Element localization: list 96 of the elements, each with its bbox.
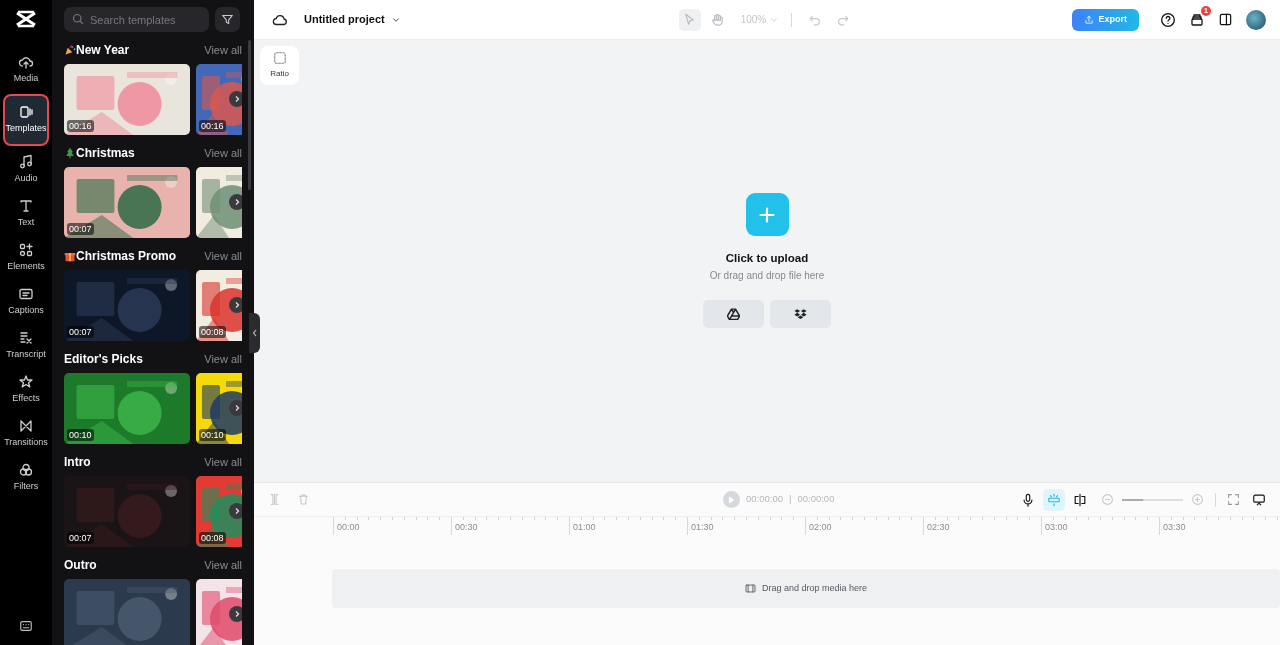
sidebar-item[interactable]: Captions bbox=[4, 280, 48, 324]
split-icon bbox=[268, 493, 281, 506]
duration-label: 00:10 bbox=[67, 429, 94, 441]
section-title: New Year bbox=[76, 42, 130, 59]
view-all-link[interactable]: View all bbox=[204, 350, 242, 368]
collapse-handle[interactable] bbox=[249, 313, 260, 353]
sidebar-item[interactable]: Audio bbox=[4, 148, 48, 192]
view-all-link[interactable]: View all bbox=[204, 144, 242, 162]
notification-icon bbox=[1189, 11, 1205, 28]
section-title: Intro bbox=[64, 454, 91, 471]
search-icon bbox=[72, 13, 84, 25]
ratio-button[interactable]: Ratio bbox=[260, 46, 299, 85]
cloud-upload-icon bbox=[18, 54, 34, 71]
upload-hint: Or drag and drop file here bbox=[709, 269, 825, 284]
keyboard-icon bbox=[19, 619, 33, 633]
logo-icon[interactable] bbox=[15, 10, 37, 28]
gift-icon bbox=[64, 250, 76, 262]
duration-label: 00:07 bbox=[67, 223, 94, 235]
section-title: Christmas bbox=[76, 145, 135, 162]
ruler-tick-label: 02:30 bbox=[923, 517, 1041, 535]
ratio-icon bbox=[272, 51, 287, 65]
section-title: Christmas Promo bbox=[76, 248, 177, 265]
total-time: 00:00:00 bbox=[797, 492, 835, 507]
drive-icon bbox=[727, 308, 740, 321]
tree-icon bbox=[64, 147, 76, 159]
current-time: 00:00:00 bbox=[746, 492, 783, 507]
project-title-dropdown[interactable]: Untitled project bbox=[304, 11, 401, 28]
sidebar-item[interactable]: Templates bbox=[3, 94, 49, 146]
duration-label: 00:07 bbox=[67, 326, 94, 338]
text-icon bbox=[18, 198, 34, 215]
plus-icon bbox=[759, 206, 775, 223]
duration-label: 00:16 bbox=[67, 120, 94, 132]
chevron-right-icon bbox=[233, 301, 241, 309]
view-all-link[interactable]: View all bbox=[204, 41, 242, 59]
hand-icon bbox=[710, 12, 726, 27]
play-icon bbox=[728, 495, 735, 504]
ruler-tick-label: 00:00 bbox=[333, 517, 451, 535]
sidebar-item[interactable]: Transitions bbox=[4, 412, 48, 456]
feedback-icon bbox=[1252, 492, 1266, 507]
filter-icon bbox=[221, 13, 234, 26]
panel-layout-icon bbox=[1218, 12, 1233, 27]
fullscreen-icon bbox=[1227, 493, 1240, 506]
sidebar-item[interactable]: Elements bbox=[4, 236, 48, 280]
duration-label: 00:07 bbox=[67, 532, 94, 544]
box-stack-icon bbox=[794, 308, 807, 321]
chevron-left-icon bbox=[251, 329, 258, 337]
view-all-link[interactable]: View all bbox=[204, 556, 242, 574]
section-title: Editor's Picks bbox=[64, 351, 143, 368]
sidebar-item[interactable]: Media bbox=[4, 48, 48, 92]
duration-label: 00:08 bbox=[199, 326, 226, 338]
split-line-icon bbox=[1073, 492, 1087, 507]
media-drop-zone[interactable]: Drag and drop media here bbox=[332, 569, 1280, 608]
avatar[interactable] bbox=[1246, 9, 1266, 30]
zoom-in-icon bbox=[1191, 493, 1204, 506]
sidebar-item[interactable]: Transcript bbox=[4, 324, 48, 368]
microphone-icon bbox=[1021, 492, 1035, 507]
ruler-tick-label: 01:30 bbox=[687, 517, 805, 535]
chevron-right-icon bbox=[233, 404, 241, 412]
scrollbar[interactable] bbox=[248, 40, 251, 190]
upload-icon bbox=[1084, 14, 1095, 25]
chevron-right-icon bbox=[233, 198, 241, 206]
sidebar-item[interactable]: Effects bbox=[4, 368, 48, 412]
ruler-tick-label: 03:00 bbox=[1041, 517, 1159, 535]
music-note-icon bbox=[18, 154, 34, 171]
time-separator: | bbox=[789, 492, 792, 507]
chevron-right-icon bbox=[233, 95, 241, 103]
zoom-out-icon bbox=[1101, 493, 1114, 506]
circles-icon bbox=[18, 462, 34, 479]
trash-icon bbox=[297, 493, 310, 506]
ruler-tick-label: 03:30 bbox=[1159, 517, 1277, 535]
help-icon bbox=[1160, 11, 1176, 28]
duration-label: 00:10 bbox=[199, 429, 226, 441]
duration-label: 00:16 bbox=[199, 120, 226, 132]
magnet-line-icon bbox=[1047, 492, 1061, 507]
ruler-tick-label: 01:00 bbox=[569, 517, 687, 535]
chevron-right-icon bbox=[233, 507, 241, 515]
drive-button[interactable] bbox=[703, 300, 764, 329]
sidebar-item[interactable]: Text bbox=[4, 192, 48, 236]
film-icon bbox=[744, 583, 756, 594]
video-icon bbox=[18, 104, 34, 121]
dropbox-button[interactable] bbox=[770, 300, 831, 329]
ruler-tick-label: 00:30 bbox=[451, 517, 569, 535]
search-field[interactable]: Search templates bbox=[64, 7, 209, 32]
filter-button[interactable] bbox=[215, 7, 240, 32]
shapes-icon bbox=[18, 242, 34, 259]
sparkle-star-icon bbox=[18, 374, 34, 391]
sidebar-item[interactable]: Filters bbox=[4, 456, 48, 500]
ruler-tick-label: 02:00 bbox=[805, 517, 923, 535]
party-popper-icon bbox=[64, 44, 76, 56]
upload-title: Click to upload bbox=[725, 251, 809, 266]
chevron-right-icon bbox=[233, 610, 241, 618]
view-all-link[interactable]: View all bbox=[204, 247, 242, 265]
view-all-link[interactable]: View all bbox=[204, 453, 242, 471]
duration-label: 00:08 bbox=[199, 532, 226, 544]
zoom-slider[interactable] bbox=[1122, 498, 1183, 501]
section-title: Outro bbox=[64, 557, 97, 574]
